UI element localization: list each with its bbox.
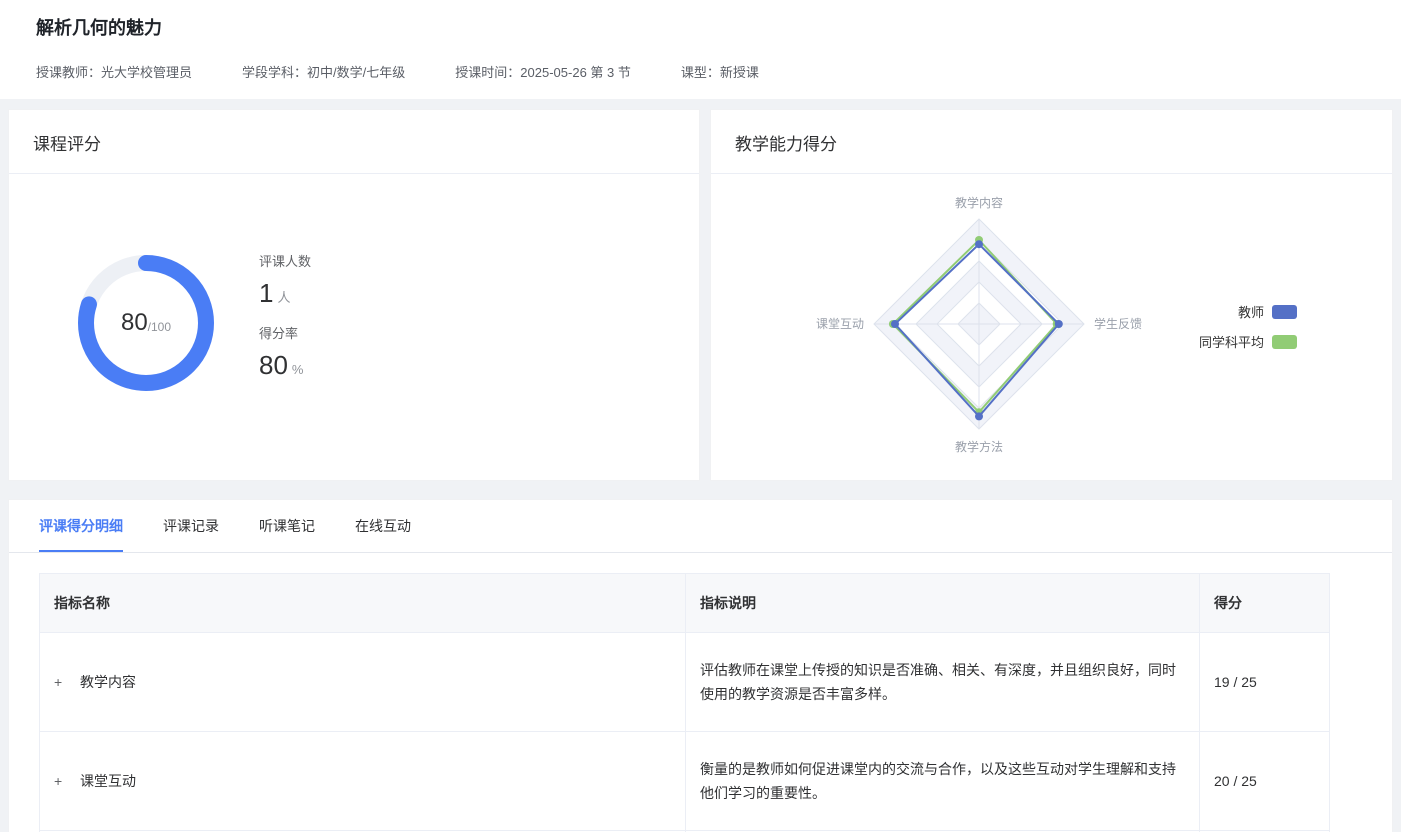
tab-bar: 评课得分明细评课记录听课笔记在线互动: [9, 500, 1392, 553]
indicator-name-cell: + 课堂互动: [40, 732, 686, 831]
indicator-score-cell: 20 / 25: [1200, 732, 1330, 831]
page: 解析几何的魅力 授课教师：光大学校管理员学段学科：初中/数学/七年级授课时间：2…: [0, 0, 1401, 832]
indicator-name: 教学内容: [80, 674, 136, 690]
indicator-score-cell: 19 / 25: [1200, 633, 1330, 732]
radar-chart-svg: 教学内容学生反馈教学方法 课堂互动: [711, 174, 1271, 471]
indicator-desc-cell: 评估教师在课堂上传授的知识是否准确、相关、有深度，并且组织良好，同时使用的教学资…: [686, 633, 1200, 732]
tab[interactable]: 评课记录: [163, 500, 219, 552]
radar-legend: 教师同学科平均: [1199, 302, 1297, 351]
table-row: + 课堂互动 衡量的是教师如何促进课堂内的交流与合作，以及这些互动对学生理解和支持他…: [40, 732, 1330, 831]
details-card: 评课得分明细评课记录听课笔记在线互动 指标名称指标说明得分 + 教学内容 评估教师在…: [8, 499, 1393, 832]
donut-center-label: 80/100: [71, 248, 221, 398]
meta-value: 新授课: [720, 65, 759, 80]
meta-label: 授课时间：: [455, 65, 520, 80]
teaching-ability-card: 教学能力得分 教学内容学生反馈教学方法 课堂互动 教师同学科平均: [710, 109, 1393, 481]
expand-plus-icon[interactable]: +: [54, 670, 68, 694]
page-title: 解析几何的魅力: [36, 14, 1365, 40]
radar-series-point: [975, 240, 983, 248]
legend-swatch: [1272, 335, 1297, 349]
indicator-name: 课堂互动: [80, 773, 136, 789]
stat-block: 得分率 80%: [259, 323, 311, 381]
legend-item[interactable]: 教师: [1238, 302, 1297, 321]
radar-series-point: [1055, 320, 1063, 328]
tab[interactable]: 在线互动: [355, 500, 411, 552]
stat-label: 评课人数: [259, 251, 311, 270]
legend-item[interactable]: 同学科平均: [1199, 332, 1297, 351]
meta-label: 课型：: [681, 65, 720, 80]
meta-label: 学段学科：: [242, 65, 307, 80]
legend-label: 同学科平均: [1199, 332, 1264, 351]
indicator-name-cell: + 教学内容: [40, 633, 686, 732]
radar-series-point: [975, 412, 983, 420]
legend-swatch: [1272, 305, 1297, 319]
table-header-cell: 指标名称: [40, 574, 686, 633]
tab[interactable]: 听课笔记: [259, 500, 315, 552]
score-stats: 评课人数 1人得分率 80%: [259, 251, 311, 395]
tab[interactable]: 评课得分明细: [39, 500, 123, 552]
course-meta-item: 课型：新授课: [681, 62, 759, 81]
table-row: + 教学内容 评估教师在课堂上传授的知识是否准确、相关、有深度，并且组织良好，同时使…: [40, 633, 1330, 732]
radar-axis-label: 教学内容: [955, 195, 1003, 210]
radar-axis-label: 课堂互动: [816, 317, 864, 331]
stat-block: 评课人数 1人: [259, 251, 311, 309]
radar-series-point: [891, 320, 899, 328]
course-meta-item: 授课时间：2025-05-26 第 3 节: [455, 62, 631, 81]
stat-value: 80%: [259, 350, 311, 381]
course-meta-item: 学段学科：初中/数学/七年级: [242, 62, 405, 81]
meta-label: 授课教师：: [36, 65, 101, 80]
radar-axis-label: 教学方法: [955, 439, 1003, 454]
legend-label: 教师: [1238, 302, 1264, 321]
table-header-row: 指标名称指标说明得分: [40, 574, 1330, 633]
radar-card-body: 教学内容学生反馈教学方法 课堂互动 教师同学科平均: [711, 174, 1392, 471]
course-meta: 授课教师：光大学校管理员 学段学科：初中/数学/七年级 授课时间：2025-05-2…: [36, 62, 1365, 81]
score-donut-chart: 80/100: [71, 248, 221, 398]
meta-value: 2025-05-26 第 3 节: [520, 65, 631, 80]
score-card-title: 课程评分: [9, 110, 699, 174]
stat-unit: 人: [277, 290, 290, 305]
radar-card-title: 教学能力得分: [711, 110, 1392, 174]
score-max: /100: [148, 320, 171, 334]
table-header-cell: 指标说明: [686, 574, 1200, 633]
score-card-body: 80/100 评课人数 1人得分率 80%: [9, 174, 699, 471]
score-table: 指标名称指标说明得分 + 教学内容 评估教师在课堂上传授的知识是否准确、相关、有深度…: [39, 573, 1330, 832]
header: 解析几何的魅力 授课教师：光大学校管理员 学段学科：初中/数学/七年级 授课时间：2…: [0, 0, 1401, 99]
radar-axis-label: 学生反馈: [1094, 316, 1142, 331]
score-value: 80: [121, 309, 148, 337]
course-score-card: 课程评分 80/100 评课人数 1人得分率 80%: [8, 109, 700, 481]
stat-value: 1人: [259, 278, 311, 309]
meta-value: 初中/数学/七年级: [307, 65, 405, 80]
table-header-cell: 得分: [1200, 574, 1330, 633]
course-meta-item: 授课教师：光大学校管理员: [36, 62, 192, 81]
indicator-desc-cell: 衡量的是教师如何促进课堂内的交流与合作，以及这些互动对学生理解和支持他们学习的重…: [686, 732, 1200, 831]
stat-label: 得分率: [259, 323, 311, 342]
cards-row: 课程评分 80/100 评课人数 1人得分率 80% 教学能力得分 教学内容学生反馈…: [0, 99, 1401, 481]
meta-value: 光大学校管理员: [101, 65, 192, 80]
stat-unit: %: [292, 362, 304, 377]
expand-plus-icon[interactable]: +: [54, 769, 68, 793]
score-table-wrap: 指标名称指标说明得分 + 教学内容 评估教师在课堂上传授的知识是否准确、相关、有深度…: [9, 553, 1392, 832]
